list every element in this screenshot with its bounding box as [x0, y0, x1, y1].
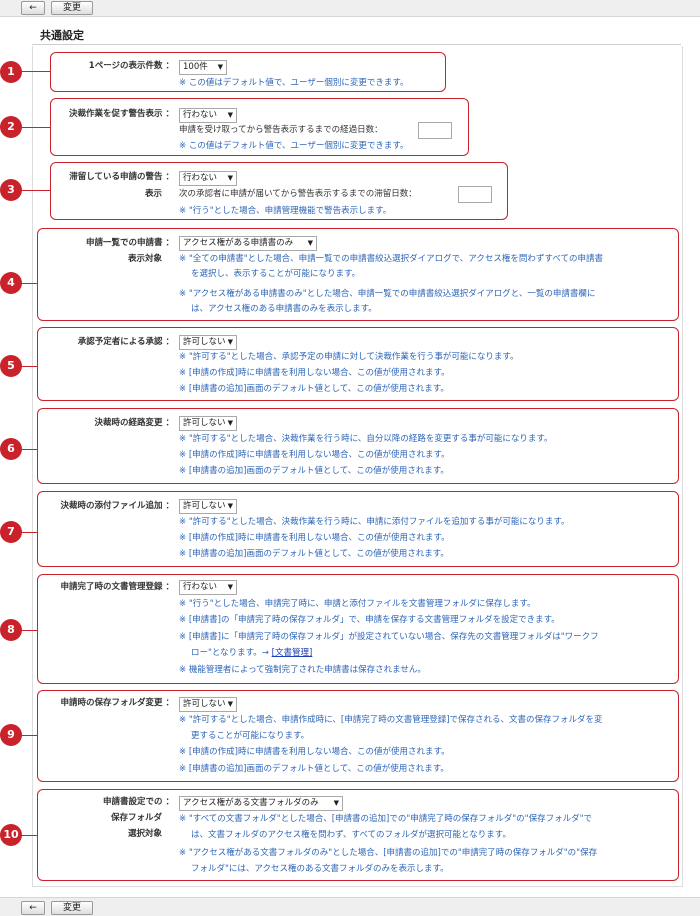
- setting-note: を選択し、表示することが可能になります。: [191, 269, 361, 279]
- setting-note: ※ "許可する"とした場合、決裁作業を行う時に、申請に添付ファイルを追加する事が…: [179, 517, 570, 527]
- stagnant-warning-select[interactable]: 行わない ▼: [179, 171, 237, 186]
- setting-label: 承認予定者による承認 ：: [77, 337, 174, 347]
- planned-approver-select[interactable]: 許可しない ▼: [179, 335, 237, 350]
- connector-3: [19, 190, 50, 191]
- setting-label: 決裁作業を促す警告表示 ：: [69, 109, 174, 119]
- setting-label: 1ページの表示件数 ：: [88, 61, 174, 71]
- setting-note: ※ "許可する"とした場合、申請作成時に、[申請完了時の文書管理登録]で保存され…: [179, 715, 603, 725]
- elapsed-days-input[interactable]: [418, 122, 452, 139]
- change-button[interactable]: 変更: [51, 1, 93, 15]
- back-arrow-icon: ←: [29, 3, 37, 13]
- stagnant-days-input[interactable]: [458, 186, 492, 203]
- back-button[interactable]: ←: [21, 901, 45, 915]
- badge-10: 10: [0, 824, 22, 846]
- doc-management-link[interactable]: [文書管理]: [272, 648, 313, 658]
- setting-note: ※ "アクセス権がある文書フォルダのみ"とした場合、[申請書の追加]での"申請完…: [179, 848, 598, 858]
- back-button[interactable]: ←: [21, 1, 45, 15]
- badge-4: 4: [0, 272, 22, 294]
- doc-management-register-select[interactable]: 行わない ▼: [179, 580, 237, 595]
- setting-note: ※ [申請の作成]時に申請書を利用しない場合、この値が使用されます。: [179, 747, 450, 757]
- folder-select-target-select[interactable]: アクセス権がある文書フォルダのみ ▼: [179, 796, 343, 811]
- badge-9: 9: [0, 724, 22, 746]
- badge-5: 5: [0, 355, 22, 377]
- bottom-toolbar: ← 変更: [0, 897, 700, 916]
- setting-note: ※ [申請書]に「申請完了時の保存フォルダ」が設定されていない場合、保存先の文書…: [179, 632, 599, 642]
- connector-1: [19, 71, 50, 72]
- back-arrow-icon: ←: [29, 903, 37, 913]
- route-change-select[interactable]: 許可しない ▼: [179, 416, 237, 431]
- title-divider: [32, 44, 681, 45]
- setting-note: ※ [申請の作成]時に申請書を利用しない場合、この値が使用されます。: [179, 368, 450, 378]
- setting-note: ※ この値はデフォルト値で、ユーザー個別に変更できます。: [179, 78, 409, 88]
- badge-6: 6: [0, 438, 22, 460]
- warning-display-select[interactable]: 行わない ▼: [179, 108, 237, 123]
- setting-note: ※ 機能管理者によって強制完了された申請書は保存されません。: [179, 665, 426, 675]
- setting-note: ※ この値はデフォルト値で、ユーザー個別に変更できます。: [179, 141, 409, 151]
- badge-2: 2: [0, 116, 22, 138]
- field-label: 申請を受け取ってから警告表示するまでの経過日数：: [179, 125, 383, 135]
- setting-label: 申請完了時の文書管理登録 ：: [60, 582, 174, 592]
- setting-note: ※ [申請書の追加]画面のデフォルト値として、この値が使用されます。: [179, 466, 449, 476]
- setting-label-line1: 申請一覧での申請書 ：: [86, 238, 174, 248]
- field-label: 次の承認者に申請が届いてから警告表示するまでの滞留日数：: [179, 189, 417, 199]
- badge-8: 8: [0, 619, 22, 641]
- setting-note: ※ [申請の作成]時に申請書を利用しない場合、この値が使用されます。: [179, 450, 450, 460]
- setting-label-line2: 表示: [144, 189, 162, 199]
- setting-note: ※ "全ての申請書"とした場合、申請一覧での申請書絞込選択ダイアログで、アクセス…: [179, 254, 603, 264]
- badge-7: 7: [0, 521, 22, 543]
- setting-note: ※ "アクセス権がある申請書のみ"とした場合、申請一覧での申請書絞込選択ダイアロ…: [179, 289, 596, 299]
- setting-note: ※ [申請の作成]時に申請書を利用しない場合、この値が使用されます。: [179, 533, 450, 543]
- connector-2: [19, 127, 50, 128]
- setting-label-line1: 滞留している申請の警告 ：: [69, 172, 174, 182]
- page-size-select[interactable]: 100件 ▼: [179, 60, 227, 75]
- badge-1: 1: [0, 61, 22, 83]
- attachment-add-select[interactable]: 許可しない ▼: [179, 499, 237, 514]
- setting-note: 更することが可能になります。: [191, 731, 310, 741]
- setting-note: ※ [申請書]の「申請完了時の保存フォルダ」で、申請を保存する文書管理フォルダを…: [179, 615, 560, 625]
- setting-note: ※ "許可する"とした場合、決裁作業を行う時に、自分以降の経路を変更する事が可能…: [179, 434, 553, 444]
- setting-note: は、アクセス権のある申請書のみを表示します。: [191, 304, 377, 314]
- setting-label-line1: 申請書設定での ：: [103, 797, 174, 807]
- setting-label: 決裁時の添付ファイル追加 ：: [60, 501, 174, 511]
- setting-note: ※ "すべての文書フォルダ"とした場合、[申請書の追加]での"申請完了時の保存フ…: [179, 814, 592, 824]
- setting-label: 申請時の保存フォルダ変更 ：: [60, 698, 174, 708]
- setting-note: ※ [申請書の追加]画面のデフォルト値として、この値が使用されます。: [179, 764, 449, 774]
- setting-note: ※ "許可する"とした場合、承認予定の申請に対して決裁作業を行う事が可能になりま…: [179, 352, 519, 362]
- setting-note-with-link: ロー"となります。→ [文書管理]: [191, 648, 313, 658]
- setting-label-line2: 表示対象: [127, 254, 162, 264]
- setting-note: は、文書フォルダのアクセス権を問わず、すべてのフォルダが選択可能となります。: [191, 830, 511, 840]
- badge-3: 3: [0, 179, 22, 201]
- save-folder-change-select[interactable]: 許可しない ▼: [179, 697, 237, 712]
- setting-note: フォルダ"には、アクセス権のある文書フォルダのみを表示します。: [191, 864, 449, 874]
- change-button[interactable]: 変更: [51, 901, 93, 915]
- page-title: 共通設定: [40, 29, 84, 42]
- setting-label: 決裁時の経路変更 ：: [94, 418, 174, 428]
- setting-note: ※ "行う"とした場合、申請完了時に、申請と添付ファイルを文書管理フォルダに保存…: [179, 599, 536, 609]
- setting-label-line2: 保存フォルダ: [110, 813, 162, 823]
- setting-note: ※ [申請書の追加]画面のデフォルト値として、この値が使用されます。: [179, 384, 449, 394]
- request-display-target-select[interactable]: アクセス権がある申請書のみ ▼: [179, 236, 317, 251]
- top-toolbar: ← 変更: [0, 0, 700, 17]
- setting-note: ※ "行う"とした場合、申請管理機能で警告表示します。: [179, 206, 392, 216]
- setting-label-line3: 選択対象: [127, 829, 162, 839]
- setting-note: ※ [申請書の追加]画面のデフォルト値として、この値が使用されます。: [179, 549, 449, 559]
